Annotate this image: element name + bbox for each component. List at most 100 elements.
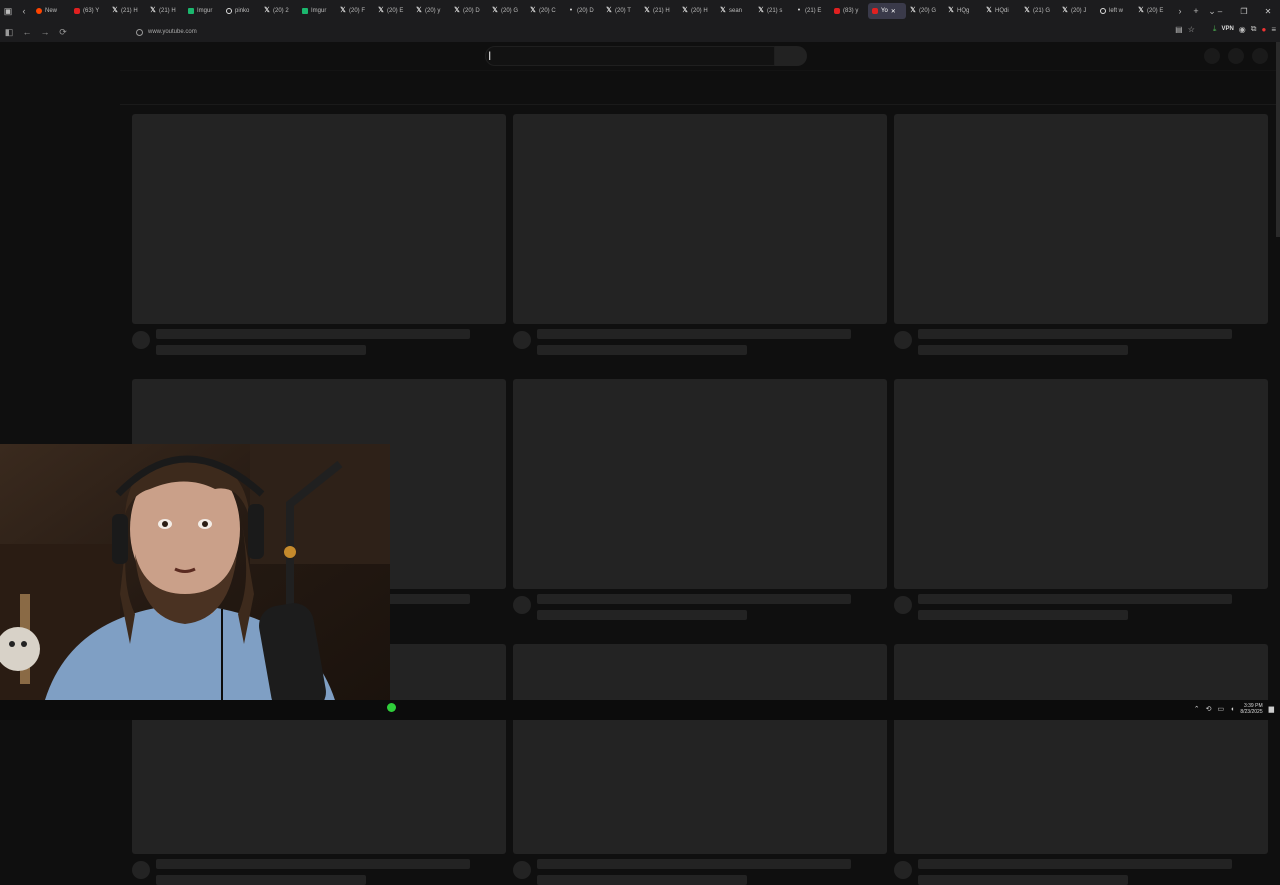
title-placeholder	[537, 594, 851, 604]
close-tab-icon[interactable]: ✕	[891, 8, 896, 15]
volume-icon[interactable]: ◖	[1230, 706, 1234, 713]
scrollbar[interactable]	[1276, 42, 1280, 237]
avatar[interactable]	[1252, 48, 1268, 64]
sidebar-panel-icon[interactable]: ◧	[0, 23, 18, 41]
browser-tab[interactable]: 𝕏 (21) G	[1020, 3, 1058, 19]
download-icon[interactable]: ⤓	[1213, 24, 1217, 34]
browser-tab[interactable]: 𝕏 (20) G	[906, 3, 944, 19]
toolbar-right: ▤ ☆ ⤓ VPN ◉ ⧉ ● ≡	[1175, 24, 1276, 34]
tab-label: (20) D	[577, 8, 594, 14]
app-tray-icon[interactable]: ⟲	[1206, 705, 1212, 713]
video-card-skeleton[interactable]	[513, 379, 887, 620]
browser-tab[interactable]: Imgur	[298, 3, 336, 19]
window-controls: – ❐ ✕	[1208, 0, 1280, 22]
x-icon: 𝕏	[416, 7, 422, 14]
restore-icon[interactable]: ❐	[1232, 7, 1256, 16]
video-card-skeleton[interactable]	[894, 644, 1268, 885]
video-card-skeleton[interactable]	[132, 114, 506, 355]
browser-tab[interactable]: 𝕏 (21) s	[754, 3, 792, 19]
browser-tab[interactable]: pinko	[222, 3, 260, 19]
search-input[interactable]	[485, 46, 775, 66]
tab-label: pinko	[235, 8, 250, 14]
video-card-skeleton[interactable]	[894, 114, 1268, 355]
tab-label: (20) D	[463, 8, 480, 14]
thumbnail-placeholder[interactable]	[132, 114, 506, 324]
browser-tab[interactable]: 𝕏 HQdi	[982, 3, 1020, 19]
close-window-icon[interactable]: ✕	[1256, 7, 1280, 16]
browser-tab[interactable]: 𝕏 (20) E	[1134, 3, 1172, 19]
network-icon[interactable]: ▭	[1218, 705, 1225, 713]
reader-mode-icon[interactable]: ▤	[1175, 25, 1183, 34]
browser-tab[interactable]: New	[32, 3, 70, 19]
adblock-icon[interactable]: ●	[1261, 25, 1266, 34]
browser-tab[interactable]: 𝕏 (21) H	[146, 3, 184, 19]
browser-tab[interactable]: 𝕏sean	[716, 3, 754, 19]
profile-icon[interactable]: ◉	[1239, 25, 1246, 34]
video-card-skeleton[interactable]	[894, 379, 1268, 620]
browser-tab[interactable]: left w	[1096, 3, 1134, 19]
streamer-webcam-image	[0, 444, 390, 720]
loading-icon[interactable]: ⟳	[54, 23, 72, 41]
new-tab-icon[interactable]: +	[1188, 3, 1204, 19]
sidebar-toggle-icon[interactable]: ▣	[0, 3, 16, 19]
subtitle-placeholder	[918, 345, 1128, 355]
x-icon: 𝕏	[112, 7, 118, 14]
thumbnail-placeholder[interactable]	[894, 114, 1268, 324]
thumbnail-placeholder[interactable]	[513, 114, 887, 324]
thumbnail-placeholder[interactable]	[894, 644, 1268, 854]
browser-tab[interactable]: 𝕏 (20) D	[450, 3, 488, 19]
youtube-icon	[834, 8, 840, 14]
browser-tab[interactable]: Yo ✕	[868, 3, 906, 19]
browser-tab[interactable]: 𝕏 (20) T	[602, 3, 640, 19]
thumbnail-placeholder[interactable]	[513, 379, 887, 589]
tab-label: (20) J	[1071, 8, 1087, 14]
tab-scroll-right-icon[interactable]: ›	[1172, 3, 1188, 19]
browser-tab[interactable]: 𝕏 (20) G	[488, 3, 526, 19]
minimize-icon[interactable]: –	[1208, 7, 1232, 16]
thumbnail-placeholder[interactable]	[513, 644, 887, 854]
notifications-icon[interactable]	[1228, 48, 1244, 64]
title-placeholder	[918, 859, 1232, 869]
search-button[interactable]	[775, 46, 807, 66]
browser-tab[interactable]: 𝕏 (20) F	[336, 3, 374, 19]
video-card-skeleton[interactable]	[513, 644, 887, 885]
browser-tab[interactable]: 𝕏 (20) H	[678, 3, 716, 19]
text-cursor-icon: I	[488, 49, 492, 63]
x-icon: 𝕏	[1138, 7, 1144, 14]
browser-tab[interactable]: • (21) E	[792, 3, 830, 19]
tray-overflow-icon[interactable]: ⌃	[1194, 705, 1200, 713]
create-icon[interactable]	[1204, 48, 1220, 64]
x-icon: 𝕏	[682, 7, 688, 14]
back-icon[interactable]: ←	[18, 23, 36, 41]
browser-tab[interactable]: 𝕏 HQg	[944, 3, 982, 19]
imgur-icon	[302, 8, 308, 14]
browser-tab[interactable]: (63) Y	[70, 3, 108, 19]
spotify-icon[interactable]	[387, 703, 396, 712]
subtitle-placeholder	[537, 875, 747, 885]
browser-tab[interactable]: • (20) D	[564, 3, 602, 19]
video-card-skeleton[interactable]	[513, 114, 887, 355]
browser-tab[interactable]: 𝕏 (21) H	[640, 3, 678, 19]
browser-tab[interactable]: 𝕏 (21) H	[108, 3, 146, 19]
browser-tab[interactable]: 𝕏 (20) C	[526, 3, 564, 19]
vpn-button[interactable]: VPN	[1221, 26, 1233, 32]
thumbnail-placeholder[interactable]	[894, 379, 1268, 589]
site-info-icon[interactable]	[136, 28, 143, 36]
clock[interactable]: 3:39 PM 8/23/2025	[1240, 703, 1262, 715]
url-field[interactable]: www.youtube.com	[136, 26, 197, 38]
browser-tab[interactable]: 𝕏 (20) y	[412, 3, 450, 19]
browser-tab[interactable]: 𝕏 (20) J	[1058, 3, 1096, 19]
tab-label: (20) G	[501, 8, 519, 14]
extensions-icon[interactable]: ⧉	[1251, 24, 1257, 34]
browser-tab[interactable]: (83) y	[830, 3, 868, 19]
browser-tab[interactable]: Imgur	[184, 3, 222, 19]
browser-tab[interactable]: 𝕏 (20) 2	[260, 3, 298, 19]
subtitle-placeholder	[537, 345, 747, 355]
bookmark-star-icon[interactable]: ☆	[1188, 25, 1195, 34]
forward-icon[interactable]: →	[36, 23, 54, 41]
tab-scroll-left-icon[interactable]: ‹	[16, 3, 32, 19]
browser-tab[interactable]: 𝕏 (20) E	[374, 3, 412, 19]
notification-icon[interactable]: ▆	[1269, 705, 1274, 713]
menu-icon[interactable]: ≡	[1271, 25, 1276, 34]
tab-label: (20) T	[615, 8, 631, 14]
